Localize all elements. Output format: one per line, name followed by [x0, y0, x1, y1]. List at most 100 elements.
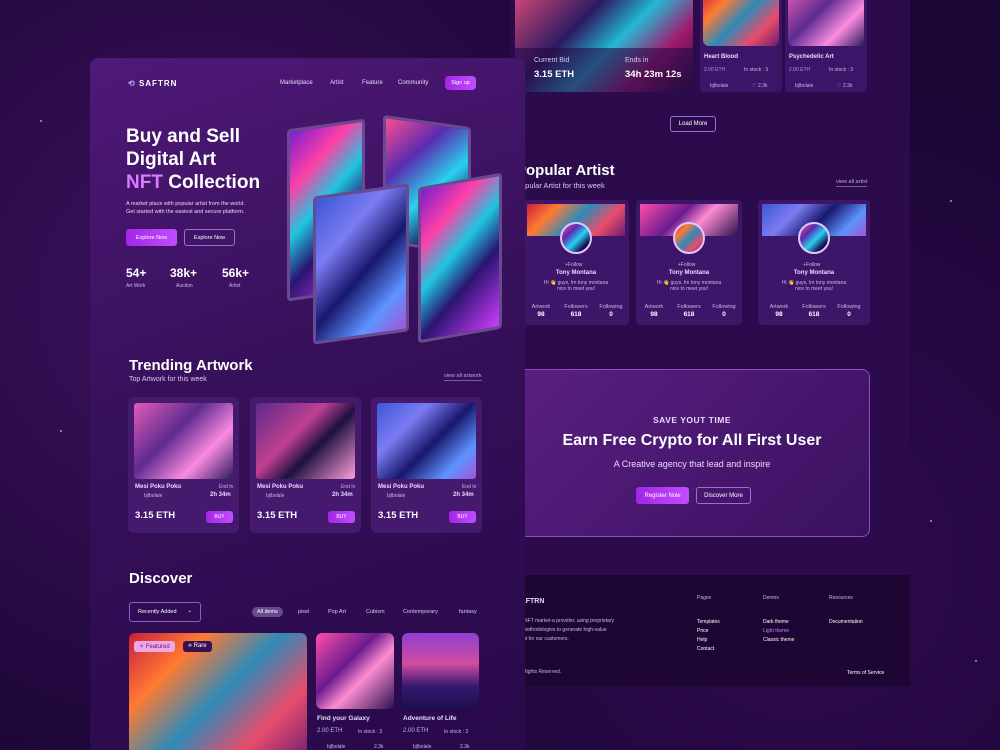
filter-fantasy[interactable]: fantasy	[454, 607, 482, 617]
ends-label: End In	[219, 484, 234, 490]
hero-description: A market place with popular artist from …	[126, 200, 245, 216]
ends-value: 2h 34m	[210, 492, 231, 498]
ends-label: Ends in	[625, 57, 649, 64]
hero-artwork-panel	[418, 172, 502, 344]
item-card-psychedelic-art[interactable]: Psychedelic Art 2.00 ETH In stock : 3 bj…	[785, 0, 867, 92]
artist-bio-2: nice to meet you!	[669, 286, 709, 292]
follow-button[interactable]: +Follow	[678, 262, 695, 268]
stat-value: 618	[683, 311, 695, 318]
auction-artwork[interactable]: Current Bid 3.15 ETH Ends in 34h 23m 12s	[515, 0, 693, 92]
stat-value: 618	[570, 311, 582, 318]
discover-item-image[interactable]	[316, 633, 394, 709]
follow-button[interactable]: +Follow	[803, 262, 820, 268]
filter-pop-art[interactable]: Pop Art	[323, 607, 351, 617]
trending-card[interactable]: Mesi Poku Poku End In 2h 34m bjlbolale 3…	[250, 397, 361, 533]
footer: SAFTRN ing NFT market-a provider, using …	[510, 575, 910, 686]
stat-label: Artwork	[644, 304, 664, 310]
trending-card[interactable]: Mesi Poku Poku End In 2h 34m bjlbolale 3…	[371, 397, 482, 533]
artist-bio-2: nice to meet you!	[556, 286, 596, 292]
stat-artist-value: 56k+	[222, 266, 250, 280]
footer-col-title: Resources	[829, 595, 853, 601]
footer-desc: nd methodologies to generate high-value	[516, 627, 607, 633]
buy-button[interactable]: BUY	[449, 511, 476, 523]
terms-link[interactable]: Terms of Service	[847, 670, 884, 676]
stat-label: Artwork	[531, 304, 551, 310]
trending-card[interactable]: Mesi Poku Poku End In 2h 34m bjlbolale 3…	[128, 397, 239, 533]
stat-artist-label: Artist	[229, 283, 241, 289]
footer-link[interactable]: Dark theme	[763, 619, 789, 625]
view-all-artwork-link[interactable]: view all artwork	[444, 373, 482, 381]
buy-button[interactable]: BUY	[206, 511, 233, 523]
promo-card: SAVE YOUT TIME Earn Free Crypto for All …	[512, 369, 870, 537]
rare-badge-label: Rare	[193, 643, 207, 649]
stat-auction-value: 38k+	[170, 266, 198, 280]
nav-feature[interactable]: Feature	[362, 80, 383, 86]
price: 3.15 ETH	[135, 510, 176, 521]
filter-all-items[interactable]: All items	[252, 607, 283, 617]
view-all-artist-link[interactable]: view all artist	[836, 179, 868, 187]
front-page: ⟲ SAFTRN Marketplace Artist Feature Comm…	[90, 58, 525, 750]
promo-title: Earn Free Crypto for All First User	[562, 432, 822, 449]
filter-pixel[interactable]: pixel	[293, 607, 314, 617]
price: 3.15 ETH	[378, 510, 419, 521]
featured-badge-label: Featured	[145, 644, 170, 650]
ends-value: 34h 23m 12s	[625, 69, 682, 80]
item-card-heart-blood[interactable]: Heart Blood 2.00 ETH In stock : 3 bjlbol…	[700, 0, 782, 92]
footer-link[interactable]: Light theme	[763, 628, 789, 634]
price: 3.15 ETH	[257, 510, 298, 521]
footer-link[interactable]: Help	[697, 637, 707, 643]
artwork-title: Mesi Poku Poku	[257, 484, 304, 490]
register-now-button[interactable]: Register Now	[636, 487, 689, 504]
explore-now-button[interactable]: Explore Now	[126, 229, 177, 246]
discover-item-price: 2.00 ETH	[403, 728, 429, 734]
nav-marketplace[interactable]: Marketplace	[280, 80, 313, 86]
filter-cubism[interactable]: Cubism	[361, 607, 390, 617]
footer-col-title: Pages	[697, 595, 712, 601]
stat-value: 0	[722, 311, 726, 318]
trending-title: Trending Artwork	[129, 357, 253, 374]
trending-subtitle: Top Artwork for this week	[129, 376, 207, 383]
logo[interactable]: ⟲ SAFTRN	[128, 79, 177, 88]
discover-more-button[interactable]: Discover More	[696, 487, 751, 504]
buy-button[interactable]: BUY	[328, 511, 355, 523]
ends-label: End In	[341, 484, 356, 490]
owner-name: bjlbolale	[387, 493, 406, 499]
stat-label: Followers	[677, 304, 701, 310]
chevron-down-icon: ⌄	[187, 608, 192, 614]
item-stock: In stock : 3	[744, 67, 769, 73]
filter-contemporary[interactable]: Contemporary	[398, 607, 443, 617]
popular-title: Popular Artist	[516, 162, 615, 179]
artist-card[interactable]: +Follow Tony Montana Hi 👋 guys, Im tony …	[636, 200, 742, 325]
nav-artist[interactable]: Artist	[330, 80, 344, 86]
popular-subtitle: Popular Artist for this week	[516, 181, 605, 190]
stat-label: Followers	[802, 304, 826, 310]
heart-icon[interactable]: ♡	[837, 83, 841, 89]
artist-bio-2: nice to meet you!	[794, 286, 834, 292]
heart-icon[interactable]: ♡	[752, 83, 756, 89]
load-more-button[interactable]: Load More	[670, 116, 716, 132]
stat-value: 618	[808, 311, 820, 318]
footer-link[interactable]: Templates	[697, 619, 720, 625]
back-page: Current Bid 3.15 ETH Ends in 34h 23m 12s…	[510, 0, 910, 686]
footer-link[interactable]: Price	[697, 628, 708, 634]
ends-value: 2h 34m	[332, 492, 353, 498]
follow-button[interactable]: +Follow	[565, 262, 582, 268]
artwork-title: Mesi Poku Poku	[135, 484, 182, 490]
artist-card[interactable]: +Follow Tony Montana Hi 👋 guys, Im tony …	[758, 200, 870, 325]
discover-item-stock: In stock : 3	[358, 729, 383, 735]
explore-now-secondary-button[interactable]: Explore Now	[184, 229, 235, 246]
discover-item-stock: In stock : 3	[444, 729, 469, 735]
hero-desc-2: Get started with the easiest and secure …	[126, 209, 245, 215]
footer-link[interactable]: Contact	[697, 646, 714, 652]
discover-item-image[interactable]	[402, 633, 479, 709]
hero-title-line2: Digital Art	[126, 149, 217, 170]
footer-link[interactable]: Classic theme	[763, 637, 794, 643]
footer-link[interactable]: Documentation	[829, 619, 863, 625]
stat-label: Followers	[564, 304, 588, 310]
signup-button[interactable]: Sign up	[445, 76, 476, 90]
sort-dropdown[interactable]: Recently Added ⌄	[129, 602, 201, 622]
ends-label: End In	[462, 484, 477, 490]
nav-community[interactable]: Community	[398, 80, 428, 86]
artist-card[interactable]: +Follow Tony Montana Hi 👋 guys, Im tony …	[523, 200, 629, 325]
featured-artwork[interactable]: ✧ Featured ⟡ Rare	[129, 633, 307, 750]
